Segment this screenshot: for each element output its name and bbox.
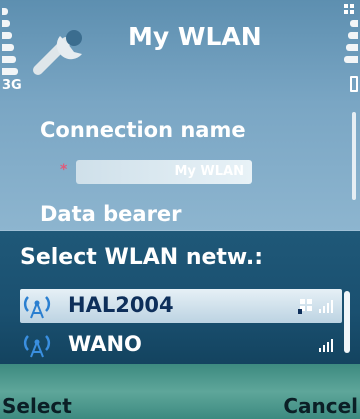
select-softkey[interactable]: Select bbox=[2, 394, 72, 418]
page-title: My WLAN bbox=[128, 22, 262, 51]
settings-scrollbar[interactable] bbox=[352, 112, 356, 200]
wrench-icon bbox=[33, 30, 82, 75]
list-item-label: WANO bbox=[68, 332, 142, 356]
list-item-hal2004[interactable]: HAL2004 bbox=[20, 289, 342, 323]
battery-bars-icon bbox=[340, 4, 358, 84]
data-bearer-label[interactable]: Data bearer bbox=[40, 202, 182, 226]
list-item-label: HAL2004 bbox=[68, 293, 174, 317]
wlan-select-popup: Select WLAN netw.: HAL2004 WANO bbox=[0, 230, 360, 365]
list-item-wano[interactable]: WANO bbox=[20, 328, 342, 362]
cancel-softkey[interactable]: Cancel bbox=[283, 394, 358, 418]
battery-icon bbox=[350, 76, 358, 92]
wlan-icon bbox=[23, 296, 51, 319]
connection-name-label: Connection name bbox=[40, 118, 246, 142]
required-marker: * bbox=[60, 162, 68, 178]
secure-icon bbox=[298, 299, 312, 314]
network-type-label: 3G bbox=[2, 78, 22, 93]
signal-strength-icon bbox=[319, 300, 333, 313]
popup-scrollbar[interactable] bbox=[344, 291, 350, 353]
wlan-icon bbox=[23, 335, 51, 358]
signal-strength-icon bbox=[319, 339, 333, 352]
signal-bars-icon bbox=[2, 4, 20, 84]
popup-title: Select WLAN netw.: bbox=[20, 245, 263, 270]
connection-name-field[interactable]: My WLAN bbox=[76, 160, 252, 184]
softkey-bar: Select Cancel bbox=[0, 364, 360, 419]
settings-view: 3G My WLAN Connection name * My WLAN Dat… bbox=[0, 0, 360, 230]
